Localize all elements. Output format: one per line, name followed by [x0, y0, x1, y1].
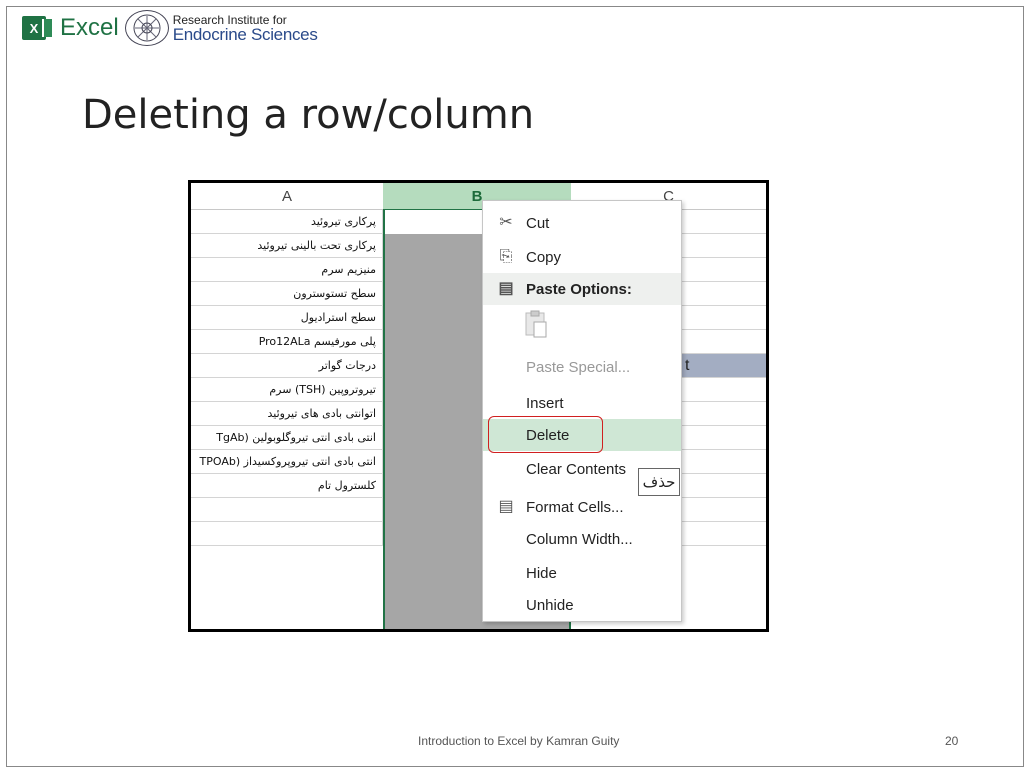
paste-icon: ▤	[498, 280, 514, 297]
menu-item-label: Insert	[526, 394, 564, 412]
slide-title: Deleting a row/column	[82, 92, 535, 138]
menu-item-label: Hide	[526, 564, 557, 582]
menu-item-label: Clear Contents	[526, 460, 627, 478]
menu-section-paste-options: ▤ Paste Options:	[483, 273, 681, 305]
menu-item-copy[interactable]: ⎘ Copy	[483, 241, 681, 273]
column-header-a[interactable]: A	[191, 183, 383, 210]
cell-a-row[interactable]: پرکاری تیروئید	[191, 210, 383, 234]
institute-logo-icon	[124, 10, 169, 46]
footer-text: Introduction to Excel by Kamran Guity	[418, 734, 620, 748]
cell-a-row[interactable]: انتی بادی انتی تیروپروکسیداز (TPOAb	[191, 450, 383, 474]
context-menu: ✂ Cut ⎘ Copy ▤ Paste Options: Paste Spec…	[482, 200, 682, 622]
paste-option-icon[interactable]	[523, 309, 549, 339]
cell-a-row[interactable]	[191, 522, 383, 546]
menu-item-label: Unhide	[526, 596, 574, 614]
menu-section-label: Paste Options:	[526, 280, 632, 298]
cell-a-row[interactable]: پلی مورفیسم Pro12ALa	[191, 330, 383, 354]
page-number: 20	[945, 734, 959, 748]
menu-item-label: Paste Special...	[526, 358, 631, 376]
scissors-icon: ✂	[499, 214, 513, 231]
excel-logo-icon: X	[22, 16, 52, 40]
cell-a-row[interactable]: کلسترول تام	[191, 474, 383, 498]
menu-item-hide[interactable]: Hide	[483, 557, 681, 589]
menu-item-cut[interactable]: ✂ Cut	[483, 207, 681, 239]
menu-item-label: Cut	[526, 214, 550, 232]
cell-a-row[interactable]: سطح تستوسترون	[191, 282, 383, 306]
menu-item-insert[interactable]: Insert	[483, 387, 681, 419]
cell-a-row[interactable]: درجات گواتر	[191, 354, 383, 378]
menu-item-label: Column Width...	[526, 530, 633, 548]
delete-highlight-outline	[488, 416, 603, 453]
menu-item-unhide[interactable]: Unhide	[483, 589, 681, 621]
cell-c-fragment: t	[685, 357, 690, 374]
menu-item-label: Format Cells...	[526, 498, 624, 516]
cell-a-row[interactable]	[191, 498, 383, 522]
institute-line1: Research Institute for	[172, 12, 287, 27]
cell-a-row[interactable]: سطح استرادیول	[191, 306, 383, 330]
cell-a-row[interactable]: پرکاری تحت بالینی تیروئید	[191, 234, 383, 258]
institute-name: Research Institute for Endocrine Science…	[173, 14, 318, 43]
menu-item-label: Copy	[526, 248, 562, 266]
cell-a-row[interactable]: انتی بادی انتی تیروگلوبولین (TgAb	[191, 426, 383, 450]
cell-a-row[interactable]: تیروتروپین (TSH) سرم	[191, 378, 383, 402]
excel-wordmark: Excel	[60, 14, 119, 41]
copy-icon: ⎘	[499, 248, 513, 265]
menu-item-paste-special[interactable]: Paste Special...	[483, 351, 681, 383]
slide-header: X Excel Research Institute for Endocrine…	[22, 10, 318, 46]
cell-a-row[interactable]: منیزیم سرم	[191, 258, 383, 282]
institute-line2: Endocrine Sciences	[172, 24, 318, 44]
cell-a-row[interactable]: اتوانتی بادی های تیروئید	[191, 402, 383, 426]
menu-item-column-width[interactable]: Column Width...	[483, 523, 681, 555]
tooltip: حذف	[638, 468, 680, 496]
format-cells-icon: ▤	[498, 498, 514, 515]
